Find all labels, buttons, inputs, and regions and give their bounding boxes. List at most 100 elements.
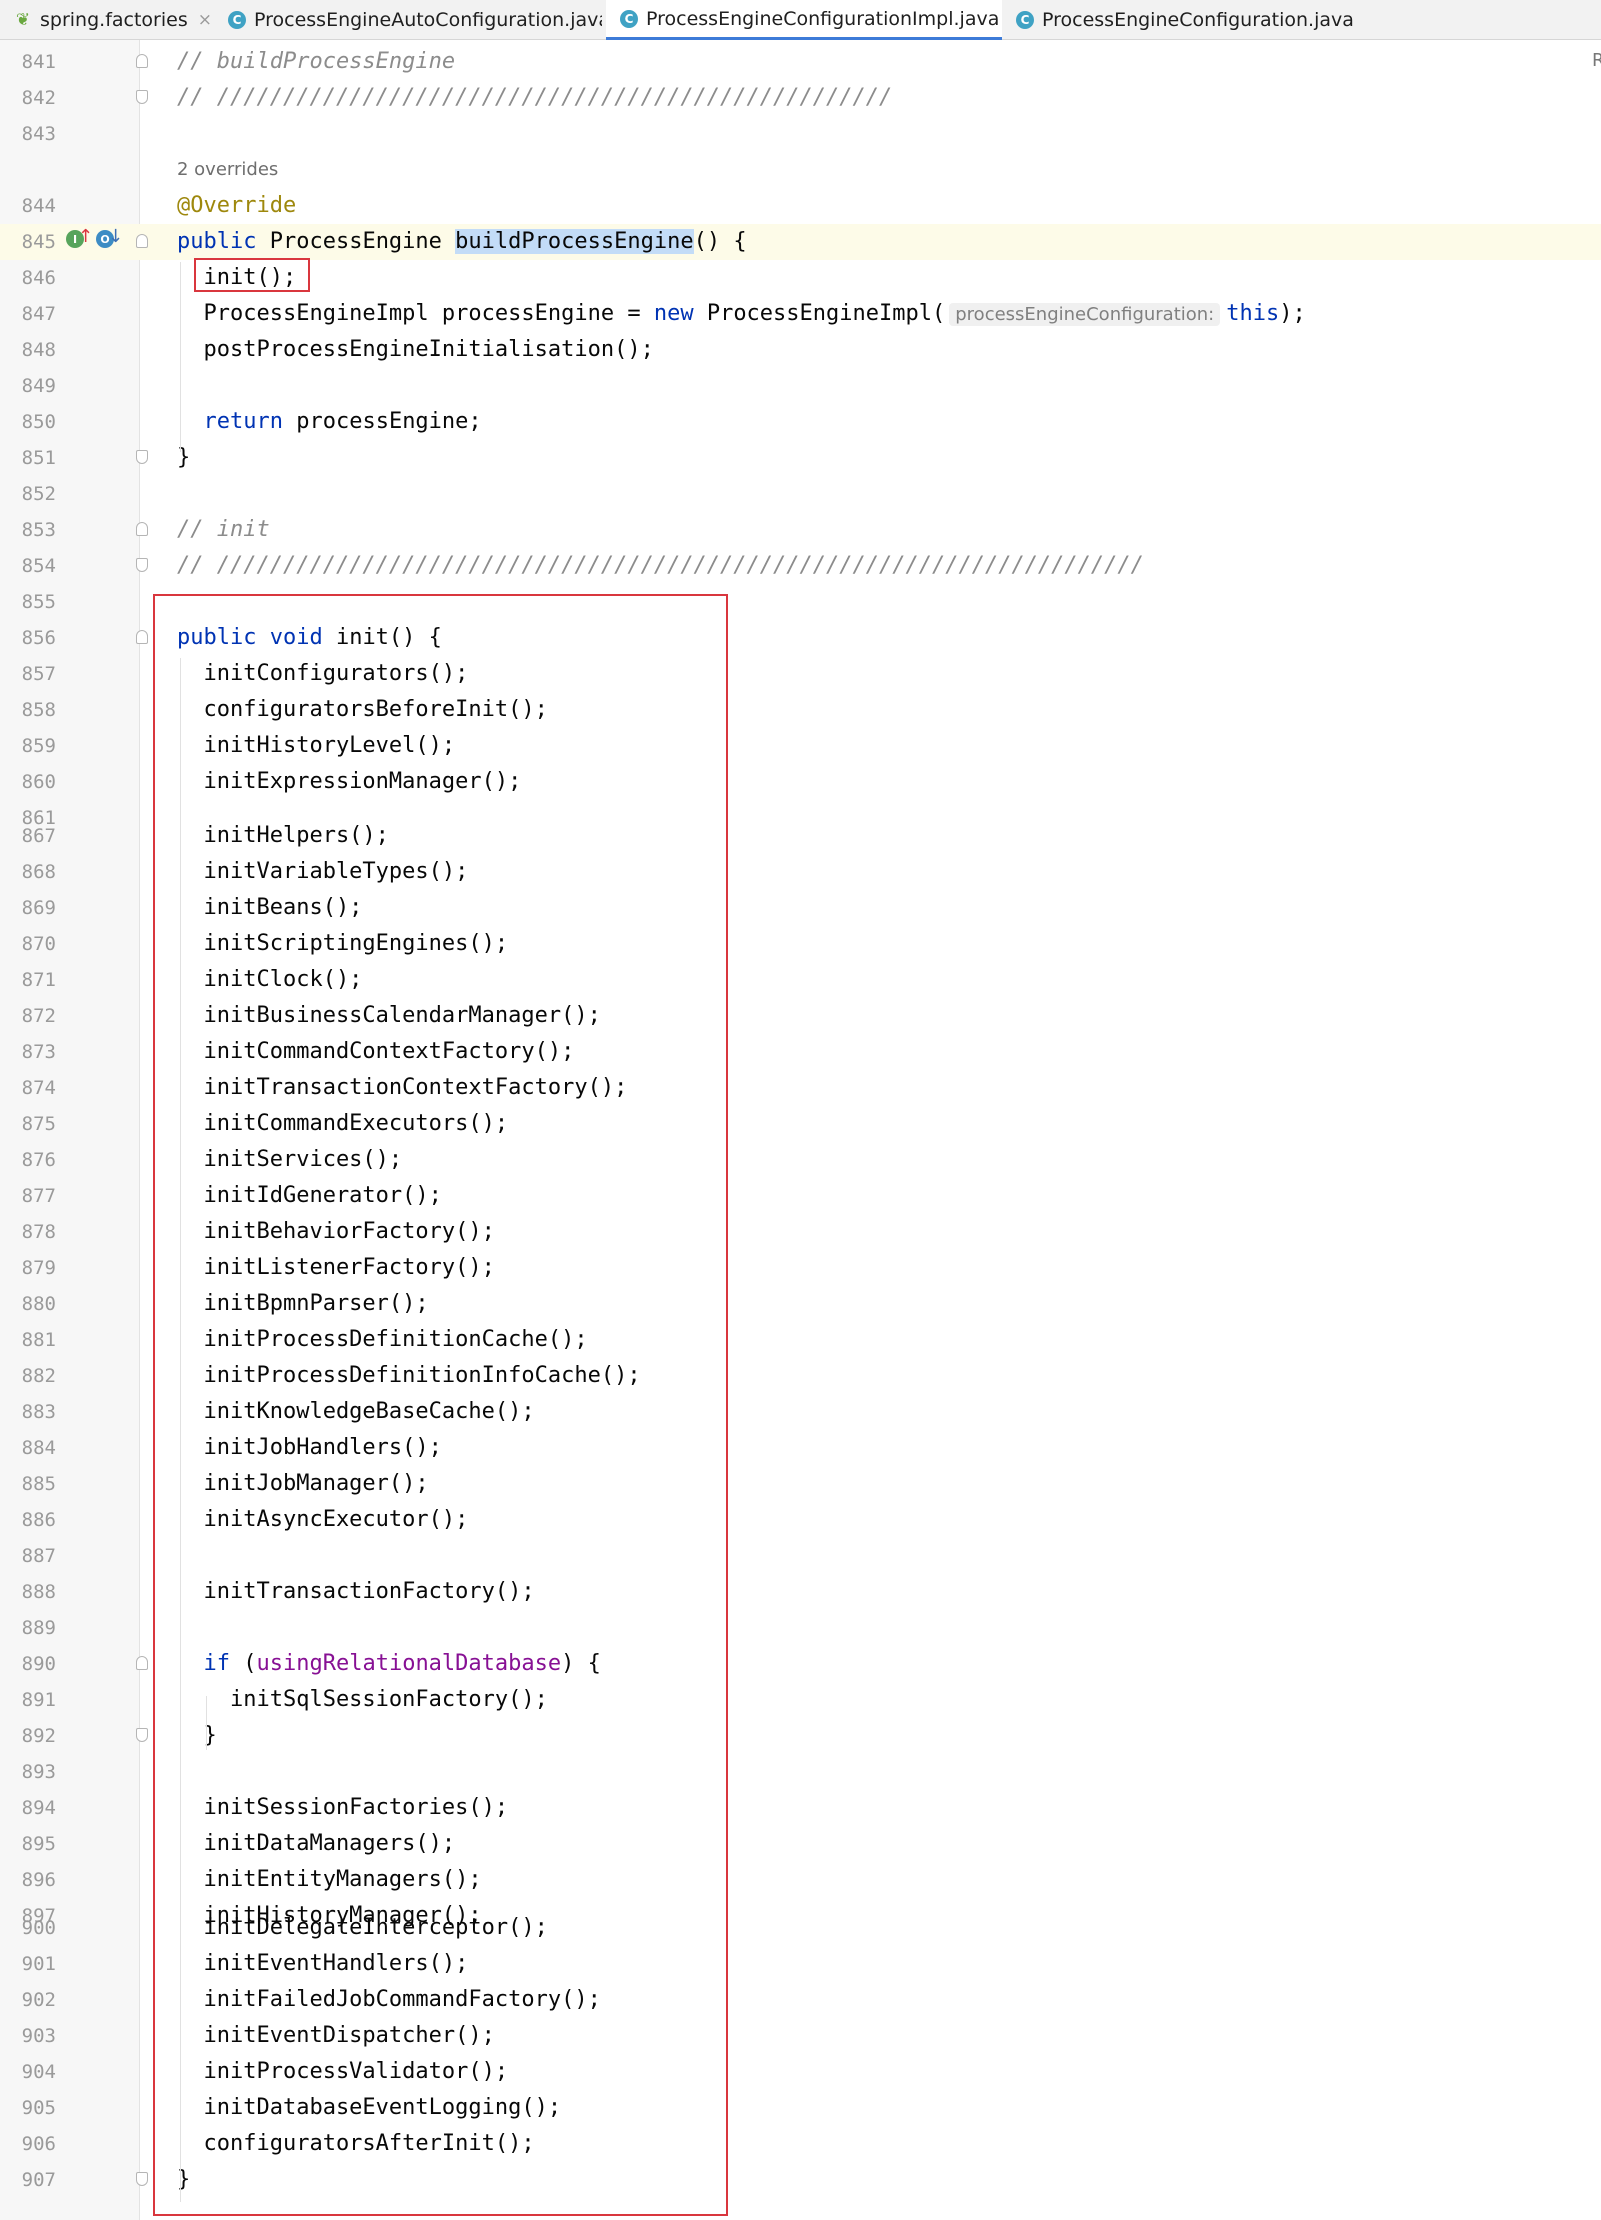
code-text[interactable]: postProcessEngineInitialisation(); [177,332,653,368]
line-number[interactable]: 875 [0,1106,56,1142]
line-number[interactable]: 884 [0,1430,56,1466]
line-number[interactable]: 855 [0,584,56,620]
line-number[interactable]: 874 [0,1070,56,1106]
line-number[interactable]: 844 [0,188,56,224]
line-number[interactable]: 857 [0,656,56,692]
fold-marker-icon[interactable] [136,630,148,644]
code-line[interactable]: 848 postProcessEngineInitialisation(); [0,332,1601,368]
fold-marker-icon[interactable] [136,54,148,68]
tab-process-engine-configuration-impl[interactable]: C ProcessEngineConfigurationImpl.java × [606,0,1002,40]
fold-marker-icon[interactable] [136,2172,148,2186]
line-number[interactable]: 851 [0,440,56,476]
code-lens-overrides[interactable]: 2 overrides [177,152,278,188]
close-icon[interactable]: × [198,10,212,30]
line-number[interactable]: 849 [0,368,56,404]
code-text[interactable]: // init [177,512,270,548]
code-line[interactable]: 852 [0,476,1601,512]
fold-marker-icon[interactable] [136,234,148,248]
code-line[interactable]: 843 [0,116,1601,152]
code-text[interactable]: @Override [177,188,296,224]
line-number[interactable]: 858 [0,692,56,728]
code-line[interactable]: 847 ProcessEngineImpl processEngine = ne… [0,296,1601,332]
line-number[interactable]: 868 [0,854,56,890]
line-number[interactable]: 869 [0,890,56,926]
code-text[interactable]: ProcessEngineImpl processEngine = new Pr… [177,296,1306,333]
line-number[interactable]: 853 [0,512,56,548]
line-number[interactable]: 877 [0,1178,56,1214]
line-number[interactable]: 888 [0,1574,56,1610]
line-number[interactable]: 904 [0,2054,56,2090]
line-number[interactable]: 907 [0,2162,56,2198]
line-number[interactable]: 876 [0,1142,56,1178]
line-number[interactable]: 843 [0,116,56,152]
line-number[interactable]: 892 [0,1718,56,1754]
line-number[interactable]: 893 [0,1754,56,1790]
line-number[interactable]: 846 [0,260,56,296]
fold-marker-icon[interactable] [136,558,148,572]
fold-marker-icon[interactable] [136,90,148,104]
fold-marker-icon[interactable] [136,1656,148,1670]
line-number[interactable]: 882 [0,1358,56,1394]
tab-process-engine-configuration[interactable]: C ProcessEngineConfiguration.java × [1006,0,1354,40]
code-line[interactable]: 853 // init [0,512,1601,548]
line-number[interactable]: 906 [0,2126,56,2162]
line-number[interactable]: 860 [0,764,56,800]
code-text[interactable]: } [177,440,190,476]
line-number[interactable]: 891 [0,1682,56,1718]
tab-spring-factories[interactable]: ❦ spring.factories × [6,0,214,40]
line-number[interactable]: 852 [0,476,56,512]
line-number[interactable]: 903 [0,2018,56,2054]
code-line[interactable]: 842 // //////////////////////////////////… [0,80,1601,116]
line-number[interactable]: 885 [0,1466,56,1502]
code-token: // buildProcessEngine [177,49,456,74]
code-line[interactable]: 854 // //////////////////////////////////… [0,548,1601,584]
fold-marker-icon[interactable] [136,450,148,464]
code-line[interactable]: 850 return processEngine; [0,404,1601,440]
line-number[interactable]: 873 [0,1034,56,1070]
line-number[interactable]: 887 [0,1538,56,1574]
line-number[interactable]: 895 [0,1826,56,1862]
line-number[interactable]: 896 [0,1862,56,1898]
line-number[interactable]: 901 [0,1946,56,1982]
line-number[interactable]: 889 [0,1610,56,1646]
code-line[interactable]: 849 [0,368,1601,404]
line-number[interactable]: 878 [0,1214,56,1250]
line-number[interactable]: 859 [0,728,56,764]
line-number[interactable]: 871 [0,962,56,998]
line-number[interactable]: 867 [0,818,56,854]
line-number[interactable]: 842 [0,80,56,116]
line-number[interactable]: 845 [0,224,56,260]
code-text[interactable]: return processEngine; [177,404,482,440]
code-line[interactable]: 844 @Override [0,188,1601,224]
line-number[interactable]: 847 [0,296,56,332]
code-text[interactable]: // /////////////////////////////////////… [177,548,1144,584]
code-line[interactable]: 845 public ProcessEngine buildProcessEngi… [0,224,1601,260]
line-number[interactable]: 856 [0,620,56,656]
line-number[interactable]: 854 [0,548,56,584]
line-number[interactable]: 872 [0,998,56,1034]
line-number[interactable]: 883 [0,1394,56,1430]
line-number[interactable]: 886 [0,1502,56,1538]
line-number[interactable]: 900 [0,1910,56,1946]
line-number[interactable]: 902 [0,1982,56,2018]
code-line[interactable]: 841 // buildProcessEngine [0,44,1601,80]
code-token: this [1226,301,1280,326]
line-number[interactable]: 894 [0,1790,56,1826]
line-number[interactable]: 870 [0,926,56,962]
line-number[interactable]: 841 [0,44,56,80]
line-number[interactable]: 880 [0,1286,56,1322]
fold-marker-icon[interactable] [136,522,148,536]
line-number[interactable]: 905 [0,2090,56,2126]
code-text[interactable]: // /////////////////////////////////////… [177,80,892,116]
line-number[interactable]: 890 [0,1646,56,1682]
line-number[interactable]: 881 [0,1322,56,1358]
tab-process-engine-auto-configuration[interactable]: C ProcessEngineAutoConfiguration.java × [218,0,602,40]
line-number[interactable]: 850 [0,404,56,440]
java-class-icon: C [620,9,638,28]
fold-marker-icon[interactable] [136,1728,148,1742]
line-number[interactable]: 848 [0,332,56,368]
code-line[interactable]: 851} [0,440,1601,476]
code-text[interactable]: public ProcessEngine buildProcessEngine(… [177,224,747,260]
line-number[interactable]: 879 [0,1250,56,1286]
code-text[interactable]: // buildProcessEngine [177,44,455,80]
